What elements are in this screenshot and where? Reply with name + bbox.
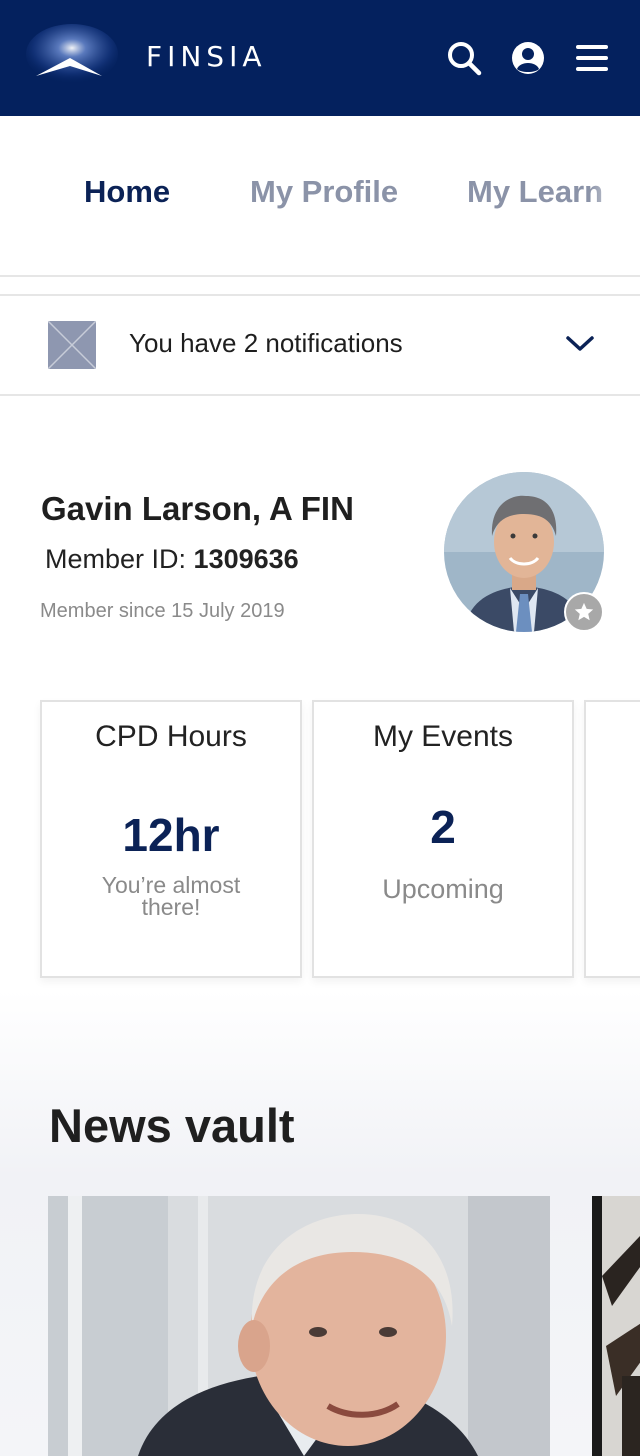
notifications-text: You have 2 notifications: [129, 328, 403, 358]
brand-name: FINSIA: [146, 40, 267, 73]
my-events-subtitle: Upcoming: [382, 874, 504, 904]
member-id: Member ID: 1309636: [45, 544, 299, 575]
star-icon[interactable]: [564, 592, 604, 632]
news-card-image-2[interactable]: [592, 1196, 640, 1456]
tab-bar: Home My Profile My Learn: [0, 116, 640, 277]
cpd-hours-card[interactable]: CPD Hours 12hr You’re almost there!: [40, 700, 302, 978]
image-placeholder-icon: [48, 321, 96, 369]
member-id-value: 1309636: [193, 544, 299, 574]
user-icon[interactable]: [508, 38, 548, 78]
finsia-logo-icon[interactable]: [22, 24, 122, 84]
my-events-value: 2: [430, 801, 456, 853]
notifications-bar[interactable]: You have 2 notifications: [0, 294, 640, 396]
member-name: Gavin Larson, A FIN: [41, 490, 354, 527]
member-id-label: Member ID:: [45, 544, 187, 574]
news-card-image[interactable]: [48, 1196, 550, 1456]
app-header: FINSIA: [0, 0, 640, 116]
cpd-hours-subtitle: You’re almost there!: [101, 872, 241, 920]
chevron-down-icon[interactable]: [562, 332, 598, 356]
member-since: Member since 15 July 2019: [40, 600, 285, 622]
my-events-card[interactable]: My Events 2 Upcoming: [312, 700, 574, 978]
tab-my-profile[interactable]: My Profile: [250, 174, 398, 210]
next-stat-card[interactable]: [584, 700, 640, 978]
cpd-hours-value: 12hr: [122, 809, 220, 861]
news-vault-title: News vault: [49, 1099, 295, 1152]
card-title: CPD Hours: [95, 720, 247, 753]
tab-scroll-fade: [590, 156, 640, 236]
tab-home[interactable]: Home: [84, 174, 170, 210]
tab-my-learning[interactable]: My Learn: [467, 174, 603, 210]
search-icon[interactable]: [444, 38, 484, 78]
card-title: My Events: [372, 720, 514, 753]
menu-icon[interactable]: [572, 38, 612, 78]
